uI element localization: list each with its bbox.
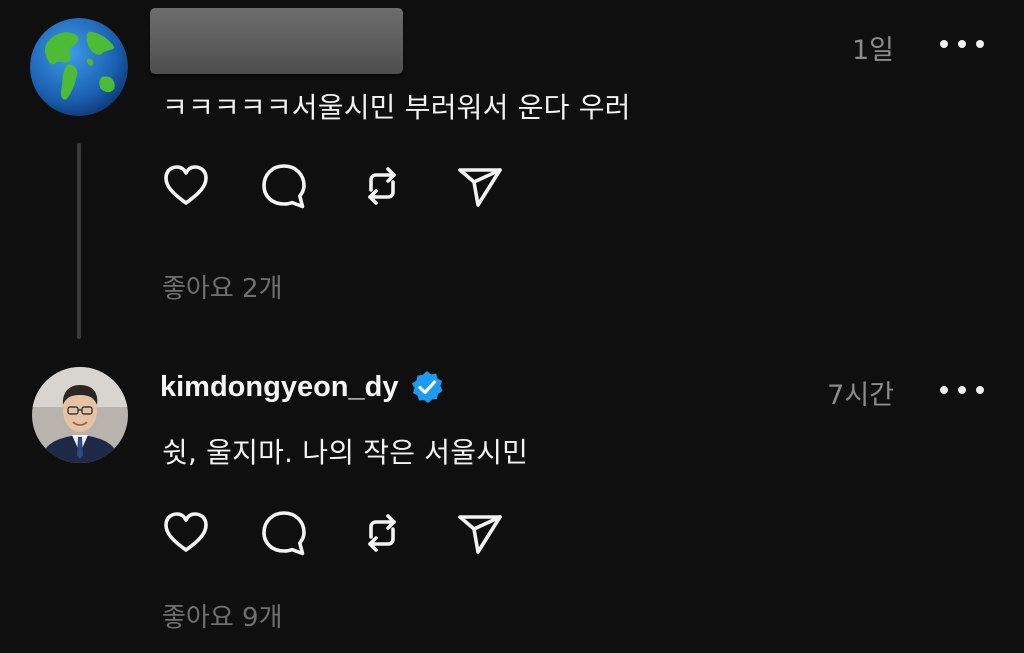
post-time: 1일 xyxy=(851,35,894,66)
post-text: 쉿, 울지마. 나의 작은 서울시민 xyxy=(162,436,529,469)
like-count[interactable]: 좋아요 9개 xyxy=(162,597,283,634)
send-icon[interactable] xyxy=(454,507,506,559)
profile-photo xyxy=(32,367,128,463)
action-bar xyxy=(160,160,506,212)
heart-icon[interactable] xyxy=(160,507,212,559)
like-count[interactable]: 좋아요 2개 xyxy=(162,268,283,305)
thread-line xyxy=(77,143,81,339)
comment-bubble-icon[interactable] xyxy=(258,160,310,212)
repost-icon[interactable] xyxy=(356,160,408,212)
comment-bubble-icon[interactable] xyxy=(258,507,310,559)
redacted-username xyxy=(150,8,403,74)
avatar[interactable] xyxy=(30,18,128,116)
username[interactable]: kimdongyeon_dy xyxy=(160,369,445,405)
post-text: ㅋㅋㅋㅋㅋ서울시민 부러워서 운다 우러 xyxy=(162,91,631,124)
verified-badge-icon xyxy=(411,371,442,403)
post-time: 7시간 xyxy=(827,380,894,411)
send-icon[interactable] xyxy=(454,160,506,212)
more-dots-icon[interactable] xyxy=(940,380,984,400)
more-dots-icon[interactable] xyxy=(940,34,984,54)
globe-icon xyxy=(30,18,128,116)
repost-icon[interactable] xyxy=(356,507,408,559)
reply-post: kimdongyeon_dy 7시간 쉿, 울지마. 나의 작은 서울시민 좋아… xyxy=(0,345,1024,653)
action-bar xyxy=(160,507,506,559)
reply-post: 1일 ㅋㅋㅋㅋㅋ서울시민 부러워서 운다 우러 좋아요 2개 xyxy=(0,0,1024,345)
heart-icon[interactable] xyxy=(160,160,212,212)
username-text: kimdongyeon_dy xyxy=(160,370,399,403)
avatar[interactable] xyxy=(32,367,128,463)
